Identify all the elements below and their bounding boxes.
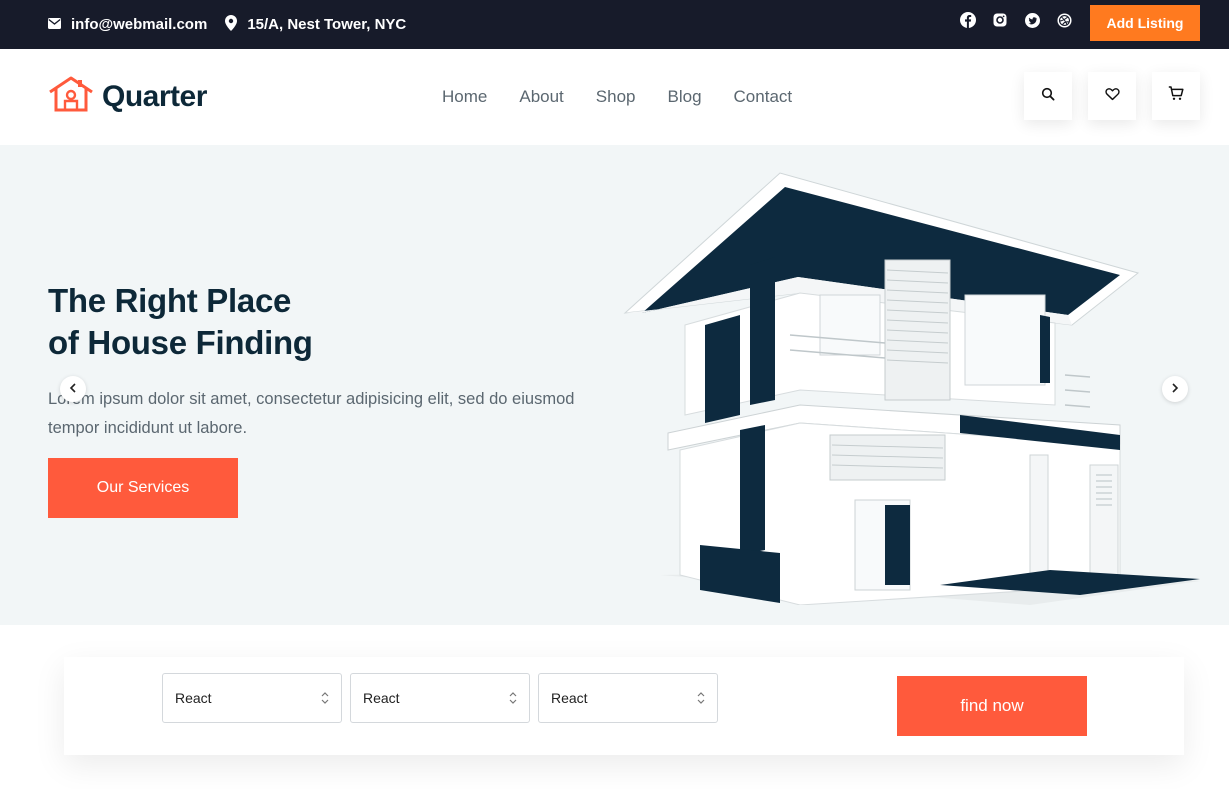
main-header: Quarter Home About Shop Blog Contact xyxy=(0,49,1229,145)
house-logo-icon xyxy=(48,76,94,117)
search-select-2[interactable]: React xyxy=(350,673,530,723)
contact-info: info@webmail.com 15/A, Nest Tower, NYC xyxy=(48,0,406,49)
hero-title-line-1: The Right Place xyxy=(48,282,292,319)
dribbble-icon[interactable] xyxy=(1056,12,1072,28)
search-select-3[interactable]: React xyxy=(538,673,718,723)
chevron-left-icon xyxy=(69,380,77,398)
mail-icon xyxy=(48,16,61,33)
add-listing-button[interactable]: Add Listing xyxy=(1090,5,1200,41)
find-now-button[interactable]: find now xyxy=(897,676,1087,736)
select-arrows-icon xyxy=(321,691,329,708)
nav-contact[interactable]: Contact xyxy=(734,87,793,107)
main-nav: Home About Shop Blog Contact xyxy=(442,87,792,107)
select-value: React xyxy=(363,690,400,706)
address-text: 15/A, Nest Tower, NYC xyxy=(247,16,407,33)
social-links xyxy=(960,12,1072,28)
instagram-icon[interactable] xyxy=(992,12,1008,28)
nav-blog[interactable]: Blog xyxy=(668,87,702,107)
property-search-panel: React React React find now xyxy=(64,657,1184,755)
wishlist-button[interactable] xyxy=(1088,72,1136,120)
select-value: React xyxy=(551,690,588,706)
cart-button[interactable] xyxy=(1152,72,1200,120)
cart-icon xyxy=(1168,86,1184,106)
select-arrows-icon xyxy=(697,691,705,708)
nav-home[interactable]: Home xyxy=(442,87,487,107)
search-select-1[interactable]: React xyxy=(162,673,342,723)
nav-about[interactable]: About xyxy=(519,87,563,107)
address-item[interactable]: 15/A, Nest Tower, NYC xyxy=(225,14,407,35)
logo[interactable]: Quarter xyxy=(48,76,207,117)
heart-icon xyxy=(1104,87,1120,106)
hero-description: Lorem ipsum dolor sit amet, consectetur … xyxy=(48,390,575,437)
our-services-button[interactable]: Our Services xyxy=(48,458,238,518)
search-button[interactable] xyxy=(1024,72,1072,120)
select-value: React xyxy=(175,690,212,706)
select-arrows-icon xyxy=(509,691,517,708)
house-illustration xyxy=(623,172,1200,605)
hero-title: The Right Place of House Finding xyxy=(48,280,313,364)
top-bar: info@webmail.com 15/A, Nest Tower, NYC A… xyxy=(0,0,1229,49)
hero-slider: The Right Place of House Finding Lorem i… xyxy=(0,145,1229,625)
hero-title-line-2: of House Finding xyxy=(48,324,313,361)
email-item[interactable]: info@webmail.com xyxy=(48,16,207,33)
location-pin-icon xyxy=(225,14,238,35)
chevron-right-icon xyxy=(1171,380,1179,398)
slider-prev-button[interactable] xyxy=(60,376,86,402)
slider-next-button[interactable] xyxy=(1162,376,1188,402)
nav-shop[interactable]: Shop xyxy=(596,87,636,107)
brand-name: Quarter xyxy=(102,79,207,113)
email-text: info@webmail.com xyxy=(71,16,208,33)
facebook-icon[interactable] xyxy=(960,12,976,28)
search-icon xyxy=(1041,87,1055,106)
twitter-icon[interactable] xyxy=(1024,12,1040,28)
